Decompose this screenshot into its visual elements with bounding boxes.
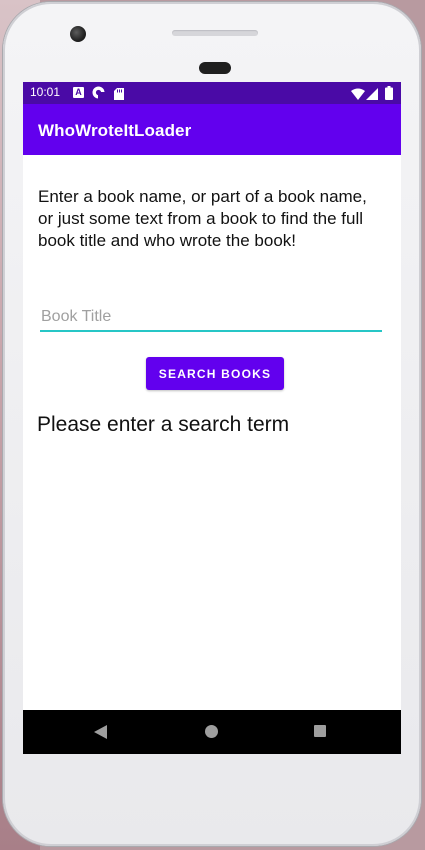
status-bar: 10:01 A [23,82,401,104]
battery-icon [385,86,393,100]
a-letter-icon: A [73,87,84,98]
pocket-casts-icon [92,86,105,99]
result-text: Please enter a search term [37,413,290,436]
sd-card-icon [114,87,124,100]
instructions-text: Enter a book name, or part of a book nam… [38,187,367,250]
speaker-grille [172,30,258,36]
signal-icon [366,87,378,100]
wifi-icon [351,87,365,100]
home-icon[interactable] [205,725,218,738]
status-time: 10:01 [30,85,61,99]
earpiece [199,62,231,74]
app-bar: WhoWroteItLoader [23,104,401,155]
recents-icon[interactable] [314,725,326,737]
navigation-bar [23,710,401,754]
front-camera [70,26,86,42]
device-screen: 10:01 A WhoWroteItLoader Enter a book na… [23,82,401,754]
app-title: WhoWroteItLoader [38,121,192,140]
search-books-button[interactable]: SEARCH BOOKS [146,357,284,390]
book-title-input[interactable] [40,304,382,332]
back-icon[interactable] [94,725,107,739]
